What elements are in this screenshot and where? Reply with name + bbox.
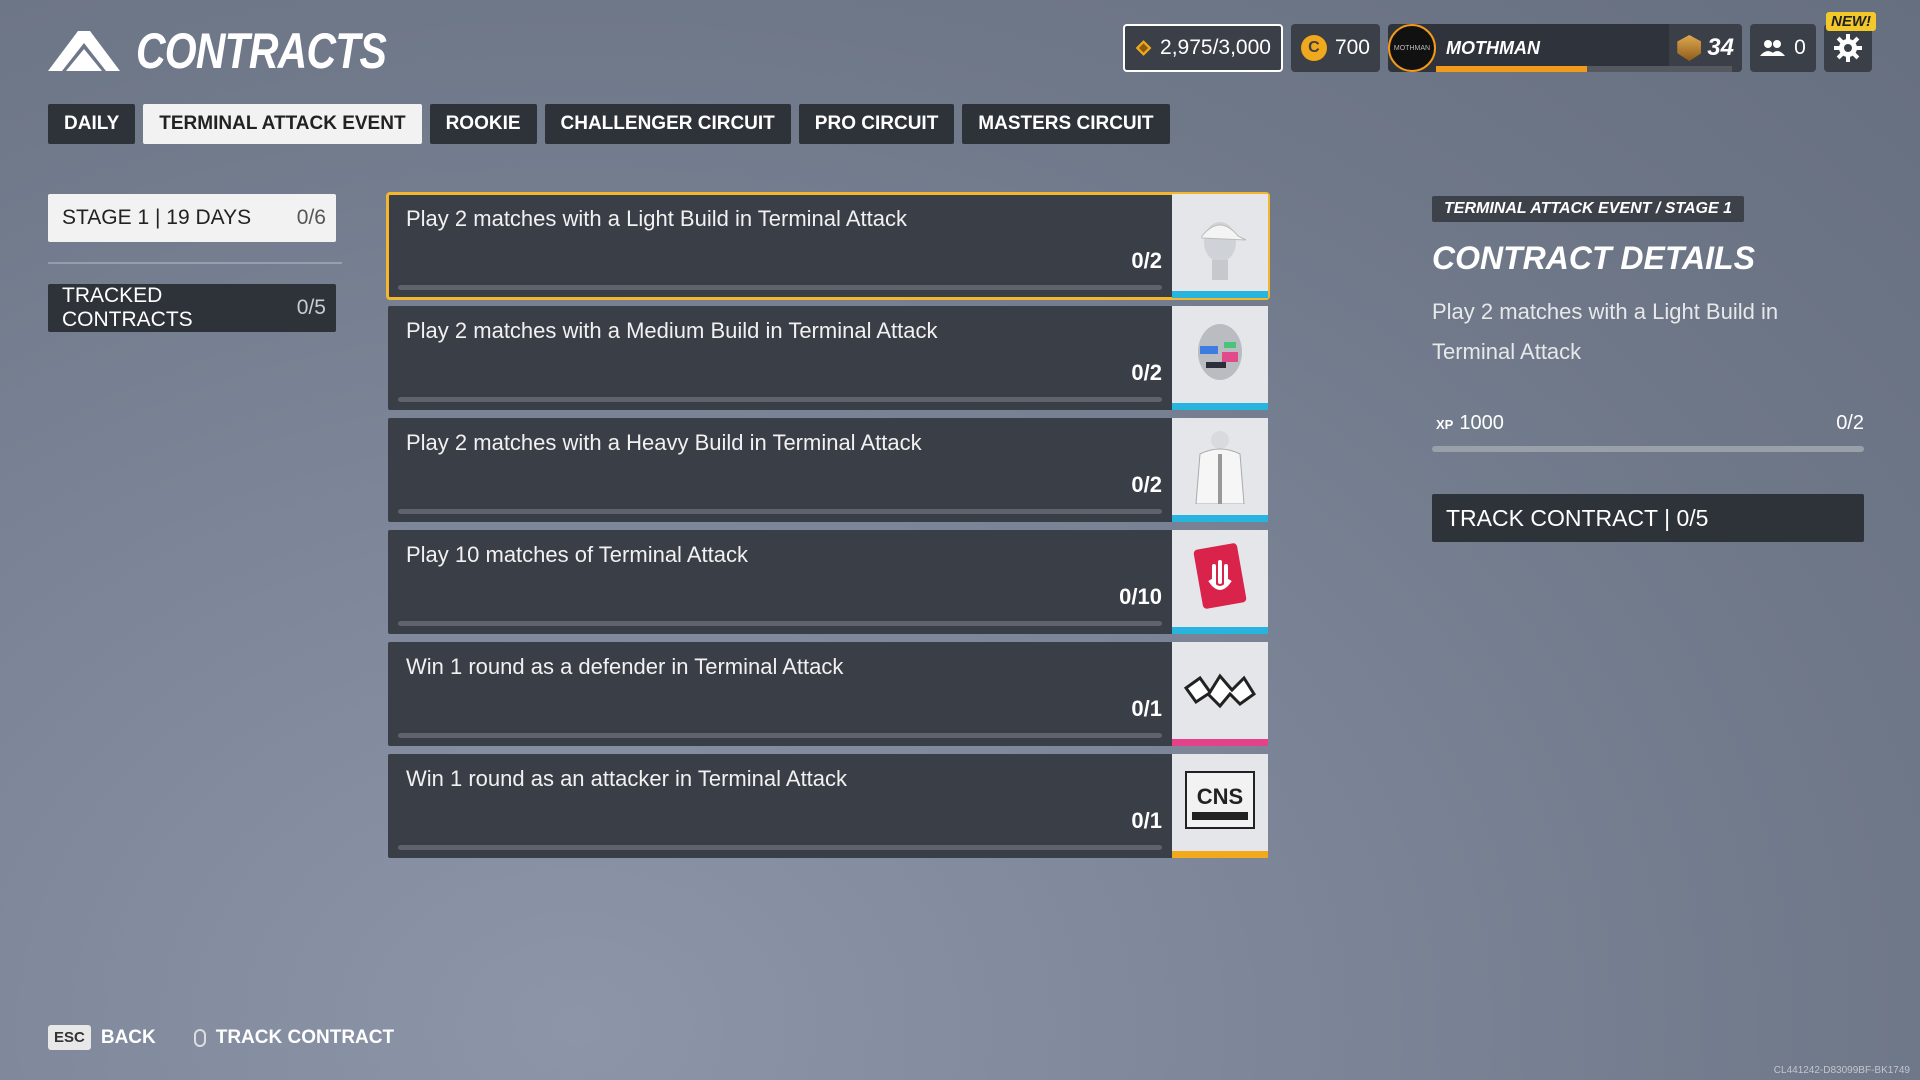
contract-card[interactable]: Win 1 round as an attacker in Terminal A… xyxy=(388,754,1268,858)
friends-button[interactable]: 0 xyxy=(1750,24,1816,72)
rarity-accent xyxy=(1172,403,1268,410)
contract-card[interactable]: Play 2 matches with a Medium Build in Te… xyxy=(388,306,1268,410)
xp-label: XP xyxy=(1436,417,1454,432)
track-contract-hint[interactable]: TRACK CONTRACT xyxy=(216,1027,394,1049)
details-reward-row: XP 1000 0/2 xyxy=(1436,412,1864,435)
details-progress-bar xyxy=(1432,446,1864,452)
contract-reward-thumbnail xyxy=(1172,306,1268,410)
rank-badge-icon xyxy=(1677,35,1702,61)
contract-reward-thumbnail xyxy=(1172,418,1268,522)
rarity-accent xyxy=(1172,739,1268,746)
contract-reward-thumbnail: CNS xyxy=(1172,754,1268,858)
glitch-face-icon xyxy=(1180,312,1260,405)
contract-progress-bar xyxy=(398,509,1162,514)
esc-key[interactable]: ESC xyxy=(48,1025,91,1050)
contract-progress-bar xyxy=(398,285,1162,290)
cap-head-icon xyxy=(1180,200,1260,293)
rarity-accent xyxy=(1172,515,1268,522)
rarity-accent xyxy=(1172,291,1268,298)
contract-card[interactable]: Win 1 round as a defender in Terminal At… xyxy=(388,642,1268,746)
details-breadcrumb: TERMINAL ATTACK EVENT / STAGE 1 xyxy=(1432,196,1745,222)
tracked-count: 0/5 xyxy=(296,296,326,319)
contract-progress: 0/2 xyxy=(1131,360,1162,385)
level-number: 34 xyxy=(1707,34,1734,61)
details-title: CONTRACT DETAILS xyxy=(1432,240,1755,276)
contract-progress-bar xyxy=(398,845,1162,850)
track-contract-button[interactable]: TRACK CONTRACT | 0/5 xyxy=(1432,494,1864,542)
contract-card[interactable]: Play 2 matches with a Heavy Build in Ter… xyxy=(388,418,1268,522)
finals-logo-icon xyxy=(48,31,120,71)
contract-text: Play 10 matches of Terminal Attack xyxy=(406,542,748,567)
level-progress-fill xyxy=(1436,66,1587,72)
settings-button[interactable] xyxy=(1824,24,1872,72)
contract-progress: 0/2 xyxy=(1131,248,1162,273)
tab-challenger-circuit[interactable]: CHALLENGER CIRCUIT xyxy=(544,104,791,144)
contract-reward-thumbnail xyxy=(1172,194,1268,298)
svg-text:CNS: CNS xyxy=(1197,784,1243,809)
contract-progress: 0/1 xyxy=(1131,808,1162,833)
friends-count: 0 xyxy=(1794,36,1806,59)
rarity-accent xyxy=(1172,851,1268,858)
contract-text: Win 1 round as an attacker in Terminal A… xyxy=(406,766,848,791)
back-label[interactable]: BACK xyxy=(101,1027,156,1049)
contract-reward-thumbnail xyxy=(1172,642,1268,746)
rarity-accent xyxy=(1172,627,1268,634)
player-level: 34 xyxy=(1669,24,1742,72)
tracked-contracts-button[interactable]: TRACKED CONTRACTS 0/5 xyxy=(48,284,336,332)
player-name: MOTHMAN xyxy=(1446,37,1540,58)
xp-value: 2,975/3,000 xyxy=(1160,36,1271,59)
build-id: CL441242-D83099BF-BK1749 xyxy=(1773,1065,1910,1076)
xp-diamond-icon xyxy=(1135,40,1152,56)
tab-masters-circuit[interactable]: MASTERS CIRCUIT xyxy=(962,104,1170,144)
contract-text: Play 2 matches with a Medium Build in Te… xyxy=(406,318,938,343)
contract-progress-bar xyxy=(398,621,1162,626)
level-progress-bar xyxy=(1436,66,1732,72)
contract-card[interactable]: Play 10 matches of Terminal Attack 0/10 xyxy=(388,530,1268,634)
coin-icon: C xyxy=(1300,35,1327,61)
coin-counter[interactable]: C 700 xyxy=(1290,24,1380,72)
xp-counter[interactable]: 2,975/3,000 xyxy=(1122,24,1283,72)
details-description: Play 2 matches with a Light Build in Ter… xyxy=(1432,299,1779,364)
contract-tabs: DAILY TERMINAL ATTACK EVENT ROOKIE CHALLENG… xyxy=(48,104,1170,144)
sidebar-divider xyxy=(48,262,342,264)
contract-text: Play 2 matches with a Heavy Build in Ter… xyxy=(406,430,922,455)
new-badge: NEW! xyxy=(1826,12,1876,31)
cns-banner-icon: CNS xyxy=(1180,760,1260,853)
tab-daily[interactable]: DAILY xyxy=(48,104,136,144)
mouse-icon xyxy=(193,1028,206,1047)
stage-label: STAGE 1 | 19 DAYS xyxy=(62,206,252,229)
player-profile[interactable]: MOTHMAN MOTHMAN 34 xyxy=(1388,24,1742,72)
xp-reward-value: 1000 xyxy=(1459,412,1504,434)
contract-text: Win 1 round as a defender in Terminal At… xyxy=(406,654,844,679)
tracked-label: TRACKED CONTRACTS xyxy=(62,284,193,331)
contract-list: Play 2 matches with a Light Build in Ter… xyxy=(386,192,1270,866)
contract-progress: 0/1 xyxy=(1131,696,1162,721)
white-suit-icon xyxy=(1180,424,1260,517)
tab-terminal-attack-event[interactable]: TERMINAL ATTACK EVENT xyxy=(143,104,422,144)
contract-progress: 0/2 xyxy=(1131,472,1162,497)
contract-text: Play 2 matches with a Light Build in Ter… xyxy=(406,206,907,231)
tab-pro-circuit[interactable]: PRO CIRCUIT xyxy=(798,104,955,144)
friends-icon xyxy=(1760,40,1786,56)
contract-progress-bar xyxy=(398,397,1162,402)
contract-progress-bar xyxy=(398,733,1162,738)
tab-rookie[interactable]: ROOKIE xyxy=(429,104,537,144)
xp-reward: XP 1000 xyxy=(1436,412,1504,435)
details-progress: 0/2 xyxy=(1836,412,1864,434)
top-status-bar: 2,975/3,000 C 700 MOTHMAN MOTHMAN 34 0 N… xyxy=(1122,12,1876,72)
stage-selector[interactable]: STAGE 1 | 19 DAYS 0/6 xyxy=(48,194,336,242)
contract-card[interactable]: Play 2 matches with a Light Build in Ter… xyxy=(386,192,1270,300)
hand-card-icon xyxy=(1180,536,1260,629)
gear-icon xyxy=(1834,34,1862,62)
contract-reward-thumbnail xyxy=(1172,530,1268,634)
graffiti-tag-icon xyxy=(1180,648,1260,741)
avatar: MOTHMAN xyxy=(1388,24,1436,72)
contracts-header: CONTRACTS xyxy=(48,22,441,80)
coin-value: 700 xyxy=(1334,36,1370,59)
stage-count: 0/6 xyxy=(296,206,326,229)
page-title: CONTRACTS xyxy=(136,23,387,79)
contract-progress: 0/10 xyxy=(1119,584,1162,609)
footer-hints: ESC BACK TRACK CONTRACT xyxy=(48,1025,394,1050)
